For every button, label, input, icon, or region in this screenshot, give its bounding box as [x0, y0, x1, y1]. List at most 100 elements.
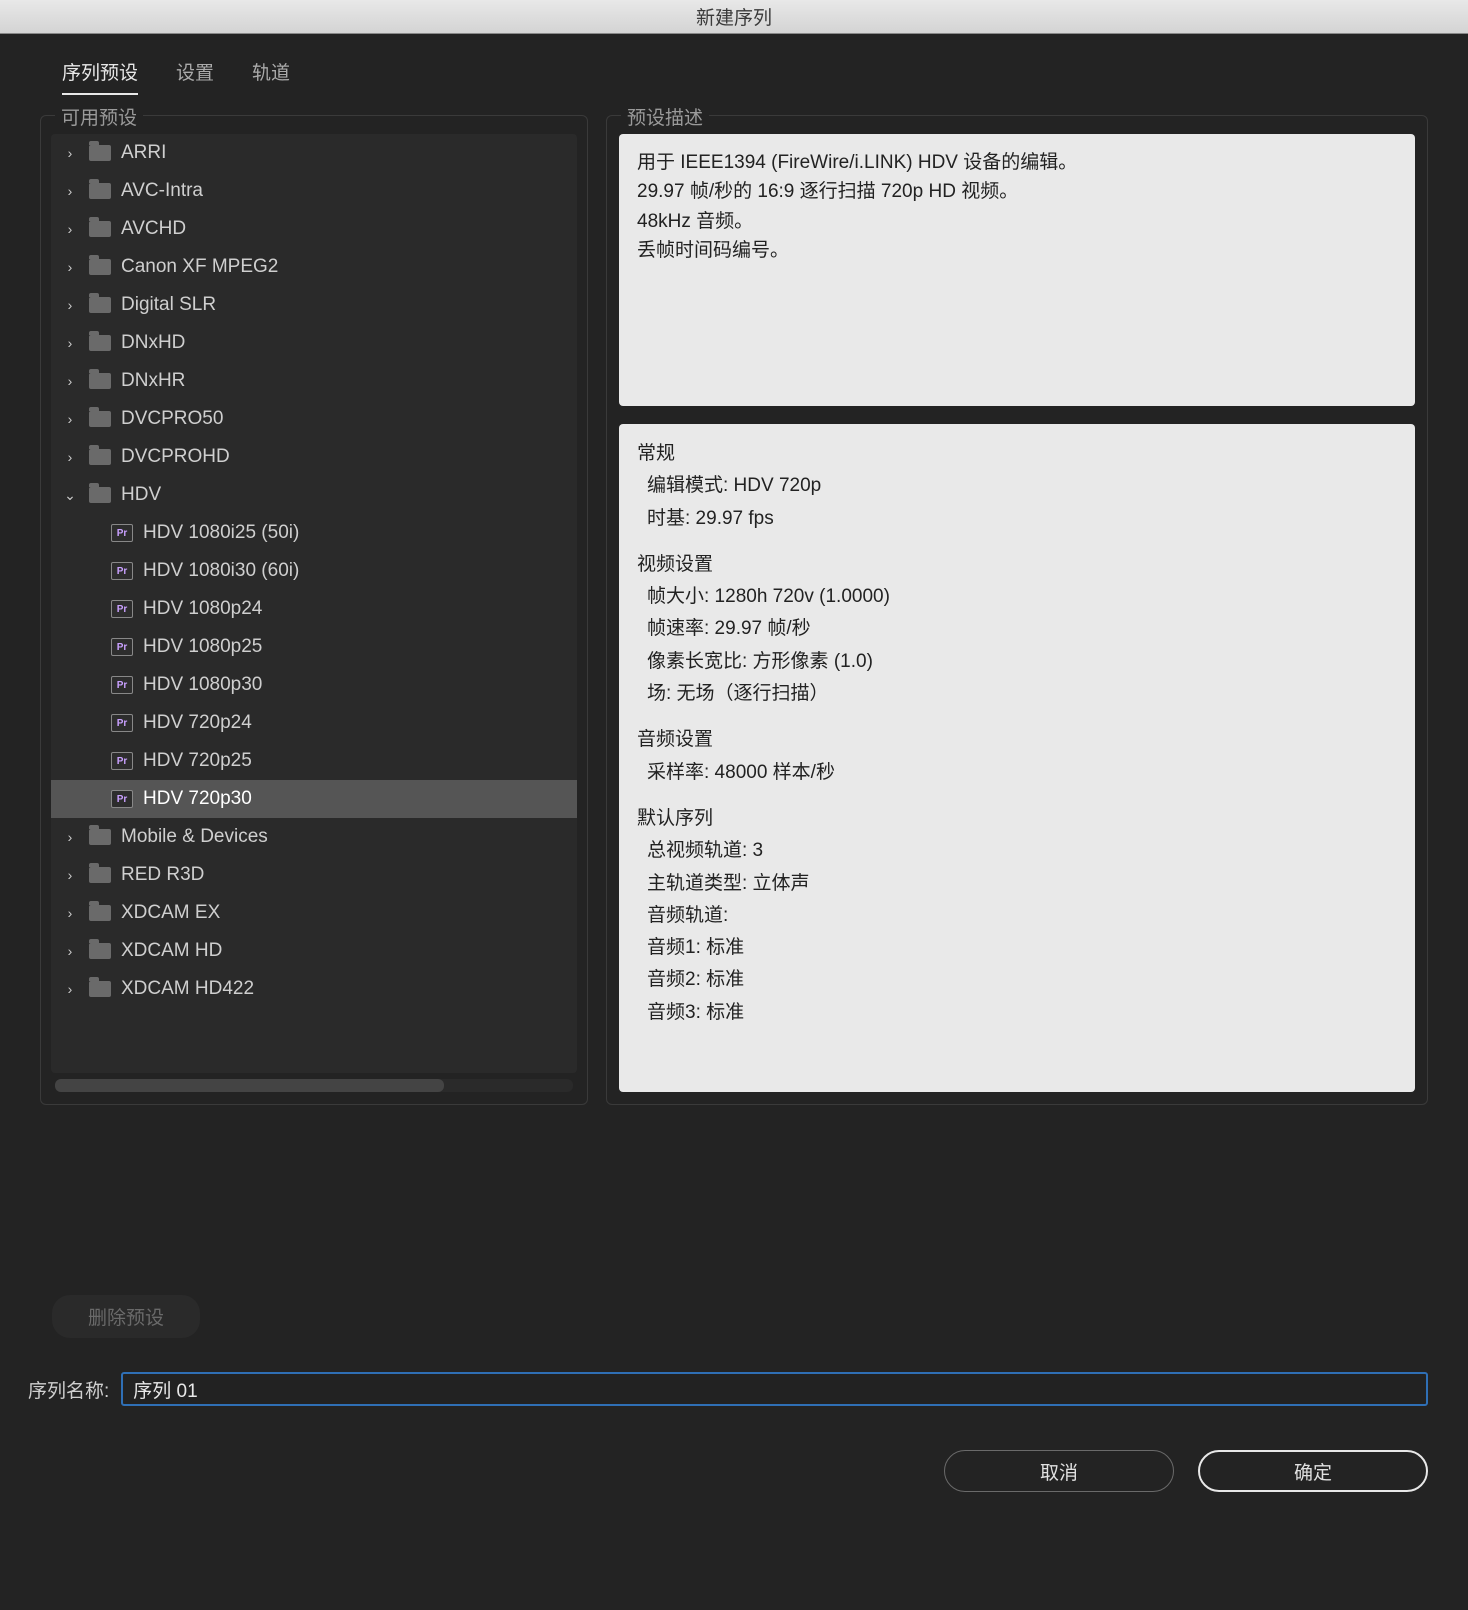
- audio2-value: 音频2: 标准: [637, 964, 1397, 996]
- tree-folder-label: Canon XF MPEG2: [121, 256, 278, 278]
- preset-icon: Pr: [111, 714, 133, 732]
- tree-folder-label: DNxHD: [121, 332, 185, 354]
- available-presets-panel: 可用预设 ›ARRI›AVC-Intra›AVCHD›Canon XF MPEG…: [40, 115, 588, 1105]
- tree-folder-label: Digital SLR: [121, 294, 216, 316]
- folder-icon: [89, 221, 111, 237]
- tree-folder[interactable]: ›DVCPROHD: [51, 438, 577, 476]
- preset-icon: Pr: [111, 638, 133, 656]
- preset-description-label: 预设描述: [621, 103, 709, 130]
- timebase-value: 时基: 29.97 fps: [637, 503, 1397, 535]
- tree-folder[interactable]: › AVC-Intra: [51, 172, 577, 210]
- tree-preset-label: HDV 1080i30 (60i): [143, 560, 299, 582]
- tree-preset[interactable]: PrHDV 720p25: [51, 742, 577, 780]
- tree-folder[interactable]: ›Mobile & Devices: [51, 818, 577, 856]
- folder-icon: [89, 297, 111, 313]
- sequence-name-input[interactable]: [121, 1372, 1428, 1406]
- preset-icon: Pr: [111, 600, 133, 618]
- audio-settings-heading: 音频设置: [637, 724, 1397, 756]
- chevron-right-icon: ›: [61, 297, 79, 313]
- tab-settings[interactable]: 设置: [176, 58, 214, 95]
- tree-folder[interactable]: ›XDCAM HD422: [51, 970, 577, 1008]
- tabs-bar: 序列预设 设置 轨道: [0, 34, 1468, 95]
- chevron-right-icon: ›: [61, 373, 79, 389]
- delete-preset-button: 删除预设: [52, 1295, 200, 1338]
- preset-icon: Pr: [111, 562, 133, 580]
- scrollbar-thumb[interactable]: [55, 1079, 444, 1092]
- preset-icon: Pr: [111, 524, 133, 542]
- horizontal-scrollbar[interactable]: [55, 1079, 573, 1092]
- chevron-right-icon: ›: [61, 943, 79, 959]
- tree-preset-label: HDV 720p24: [143, 712, 252, 734]
- window-title: 新建序列: [696, 3, 772, 30]
- tree-preset-label: HDV 1080p24: [143, 598, 262, 620]
- tree-folder[interactable]: › XDCAM HD: [51, 932, 577, 970]
- ok-button[interactable]: 确定: [1198, 1450, 1428, 1492]
- tab-presets[interactable]: 序列预设: [62, 58, 138, 95]
- audio-tracks-label: 音频轨道:: [637, 900, 1397, 932]
- folder-icon: [89, 373, 111, 389]
- pixel-aspect-value: 像素长宽比: 方形像素 (1.0): [637, 646, 1397, 678]
- preset-icon: Pr: [111, 790, 133, 808]
- default-sequence-heading: 默认序列: [637, 803, 1397, 835]
- chevron-right-icon: ›: [61, 259, 79, 275]
- cancel-button[interactable]: 取消: [944, 1450, 1174, 1492]
- folder-icon: [89, 829, 111, 845]
- folder-icon: [89, 487, 111, 503]
- tree-folder[interactable]: ›DNxHD: [51, 324, 577, 362]
- tree-folder-label: DNxHR: [121, 370, 185, 392]
- preset-tree[interactable]: ›ARRI›AVC-Intra›AVCHD›Canon XF MPEG2›Dig…: [51, 134, 577, 1073]
- chevron-right-icon: ›: [61, 221, 79, 237]
- tree-preset[interactable]: Pr HDV 1080p24: [51, 590, 577, 628]
- chevron-right-icon: ›: [61, 145, 79, 161]
- chevron-down-icon: ⌄: [61, 487, 79, 504]
- chevron-right-icon: ›: [61, 183, 79, 199]
- tree-folder-label: AVCHD: [121, 218, 186, 240]
- tree-folder[interactable]: › AVCHD: [51, 210, 577, 248]
- chevron-right-icon: ›: [61, 829, 79, 845]
- sequence-name-label: 序列名称:: [28, 1376, 109, 1403]
- details-box: 常规 编辑模式: HDV 720p 时基: 29.97 fps 视频设置 帧大小…: [619, 424, 1415, 1092]
- tree-folder[interactable]: › XDCAM EX: [51, 894, 577, 932]
- sample-rate-value: 采样率: 48000 样本/秒: [637, 757, 1397, 789]
- tree-preset[interactable]: PrHDV 1080p30: [51, 666, 577, 704]
- description-line: 丢帧时间码编号。: [637, 236, 1397, 265]
- available-presets-label: 可用预设: [55, 103, 143, 130]
- tree-folder[interactable]: ›ARRI: [51, 134, 577, 172]
- tree-folder-label: RED R3D: [121, 864, 204, 886]
- tab-tracks[interactable]: 轨道: [252, 58, 290, 95]
- description-line: 用于 IEEE1394 (FireWire/i.LINK) HDV 设备的编辑。: [637, 148, 1397, 177]
- description-box: 用于 IEEE1394 (FireWire/i.LINK) HDV 设备的编辑。…: [619, 134, 1415, 406]
- preset-icon: Pr: [111, 752, 133, 770]
- tree-folder[interactable]: › DVCPRO50: [51, 400, 577, 438]
- folder-icon: [89, 183, 111, 199]
- folder-icon: [89, 867, 111, 883]
- tree-folder[interactable]: › Digital SLR: [51, 286, 577, 324]
- tree-folder[interactable]: › DNxHR: [51, 362, 577, 400]
- tree-folder-label: AVC-Intra: [121, 180, 203, 202]
- tree-preset[interactable]: Pr HDV 1080i25 (50i): [51, 514, 577, 552]
- folder-icon: [89, 981, 111, 997]
- tree-preset[interactable]: Pr HDV 720p24: [51, 704, 577, 742]
- tree-preset[interactable]: PrHDV 720p30: [51, 780, 577, 818]
- tree-folder-label: DVCPRO50: [121, 408, 223, 430]
- tree-preset[interactable]: PrHDV 1080p25: [51, 628, 577, 666]
- titlebar: 新建序列: [0, 0, 1468, 34]
- tree-preset-label: HDV 1080p30: [143, 674, 262, 696]
- master-track-value: 主轨道类型: 立体声: [637, 868, 1397, 900]
- chevron-right-icon: ›: [61, 905, 79, 921]
- audio1-value: 音频1: 标准: [637, 932, 1397, 964]
- video-tracks-value: 总视频轨道: 3: [637, 835, 1397, 867]
- audio3-value: 音频3: 标准: [637, 997, 1397, 1029]
- tree-preset[interactable]: Pr HDV 1080i30 (60i): [51, 552, 577, 590]
- folder-icon: [89, 943, 111, 959]
- tree-folder-label: XDCAM EX: [121, 902, 220, 924]
- chevron-right-icon: ›: [61, 411, 79, 427]
- folder-icon: [89, 335, 111, 351]
- folder-icon: [89, 145, 111, 161]
- tree-folder[interactable]: › Canon XF MPEG2: [51, 248, 577, 286]
- tree-folder[interactable]: › RED R3D: [51, 856, 577, 894]
- chevron-right-icon: ›: [61, 867, 79, 883]
- tree-preset-label: HDV 1080i25 (50i): [143, 522, 299, 544]
- tree-folder[interactable]: ⌄HDV: [51, 476, 577, 514]
- tree-folder-label: XDCAM HD: [121, 940, 222, 962]
